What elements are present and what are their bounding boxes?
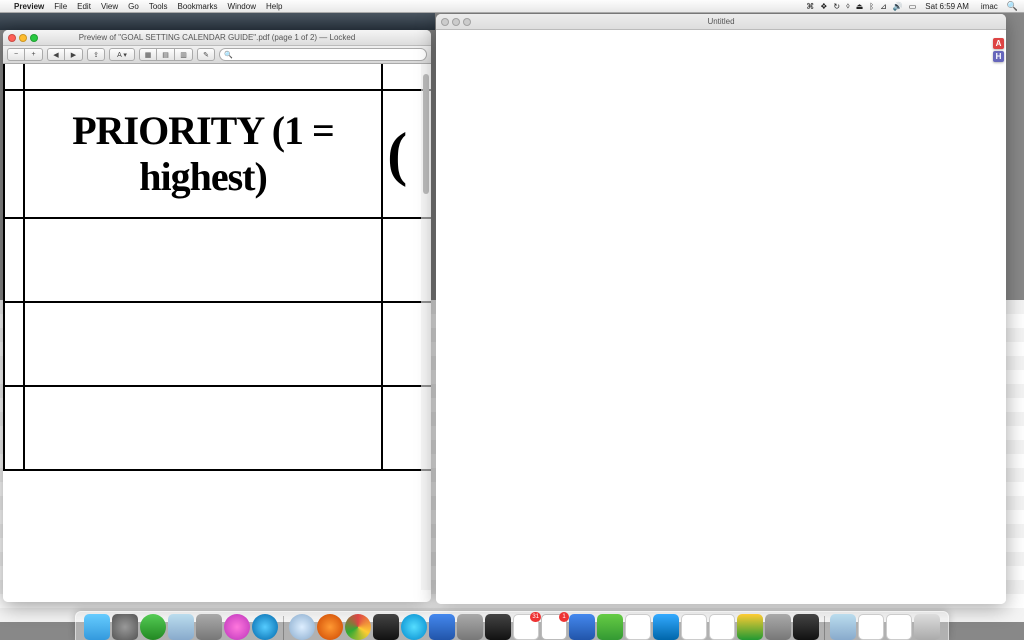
- dock-app-3[interactable]: [429, 614, 455, 640]
- view-mode-1[interactable]: ▦: [139, 48, 157, 61]
- dropbox-icon[interactable]: ⌘: [806, 2, 814, 11]
- volume-icon[interactable]: 🔊: [893, 2, 903, 11]
- menu-edit[interactable]: Edit: [77, 2, 91, 11]
- dock-area: 31 1: [0, 606, 1024, 640]
- dock-doc-1[interactable]: [858, 614, 884, 640]
- dock-utorrent[interactable]: [140, 614, 166, 640]
- menu-user[interactable]: imac: [981, 2, 998, 11]
- dock-app-4[interactable]: [457, 614, 483, 640]
- status-icon-2[interactable]: ⬨: [846, 1, 850, 11]
- dock-skype[interactable]: [401, 614, 427, 640]
- dock-drive[interactable]: [737, 614, 763, 640]
- wifi-icon[interactable]: ⊿: [880, 2, 887, 11]
- menu-bar: Preview File Edit View Go Tools Bookmark…: [0, 0, 1024, 13]
- dock-app-6[interactable]: 1: [541, 614, 567, 640]
- scrollbar-thumb[interactable]: [423, 74, 429, 194]
- pdf-cell-priority: PRIORITY (1 = highest): [24, 90, 382, 218]
- dock-preview[interactable]: [765, 614, 791, 640]
- dock-firefox[interactable]: [317, 614, 343, 640]
- dock-downloads[interactable]: [830, 614, 856, 640]
- ruler-marker-a[interactable]: A: [993, 38, 1004, 49]
- spotlight-icon[interactable]: 🔍: [1007, 1, 1018, 12]
- menu-window[interactable]: Window: [228, 2, 256, 11]
- preview-window: Preview of "GOAL SETTING CALENDAR GUIDE"…: [3, 30, 431, 602]
- edit-button[interactable]: ✎: [197, 48, 215, 61]
- textedit-title: Untitled: [436, 17, 1006, 26]
- textedit-window: Untitled A H: [436, 14, 1006, 604]
- sync-icon[interactable]: ↻: [833, 2, 840, 11]
- view-mode-3[interactable]: ▥: [175, 48, 193, 61]
- ruler-marker-h[interactable]: H: [993, 51, 1004, 62]
- dock-app-10[interactable]: [793, 614, 819, 640]
- zoom-button[interactable]: [463, 18, 471, 26]
- dock-evernote[interactable]: [597, 614, 623, 640]
- dock-word[interactable]: [653, 614, 679, 640]
- dock-app-5[interactable]: 31: [513, 614, 539, 640]
- badge-icon: 31: [530, 612, 541, 622]
- zoom-in-button[interactable]: +: [25, 48, 43, 61]
- preview-scrollbar[interactable]: [421, 64, 431, 590]
- bluetooth-icon[interactable]: ᛒ: [869, 2, 874, 11]
- dock-launchpad[interactable]: [112, 614, 138, 640]
- app-menu[interactable]: Preview: [14, 2, 44, 11]
- close-button[interactable]: [441, 18, 449, 26]
- dock-itunes[interactable]: [224, 614, 250, 640]
- eject-icon[interactable]: ⏏: [856, 2, 864, 11]
- background-dark-window: [0, 13, 435, 30]
- share-button[interactable]: ⇪: [87, 48, 105, 61]
- view-mode-2[interactable]: ▤: [157, 48, 175, 61]
- menu-tools[interactable]: Tools: [149, 2, 168, 11]
- dock-trash[interactable]: [914, 614, 940, 640]
- zoom-button[interactable]: [30, 34, 38, 42]
- dock-separator-2: [824, 616, 825, 640]
- dock-chrome[interactable]: [345, 614, 371, 640]
- pdf-viewport[interactable]: D PRIORITY (1 = highest)(: [3, 64, 431, 602]
- zoom-out-button[interactable]: −: [7, 48, 25, 61]
- preview-titlebar[interactable]: Preview of "GOAL SETTING CALENDAR GUIDE"…: [3, 30, 431, 46]
- dock-doc-2[interactable]: [886, 614, 912, 640]
- next-page-button[interactable]: ▶: [65, 48, 83, 61]
- pdf-table: D PRIORITY (1 = highest)(: [3, 64, 431, 471]
- minimize-button[interactable]: [452, 18, 460, 26]
- dock-app-2[interactable]: [373, 614, 399, 640]
- textedit-content[interactable]: A H: [436, 30, 1006, 604]
- dock-textedit[interactable]: [709, 614, 735, 640]
- search-field[interactable]: 🔍: [219, 48, 427, 61]
- preview-title: Preview of "GOAL SETTING CALENDAR GUIDE"…: [3, 33, 431, 42]
- dock-appstore[interactable]: [252, 614, 278, 640]
- prev-page-button[interactable]: ◀: [47, 48, 65, 61]
- menu-view[interactable]: View: [101, 2, 118, 11]
- dock-app-9[interactable]: [681, 614, 707, 640]
- minimize-button[interactable]: [19, 34, 27, 42]
- close-button[interactable]: [8, 34, 16, 42]
- highlight-button[interactable]: A ▾: [109, 48, 135, 61]
- pdf-page: D PRIORITY (1 = highest)(: [3, 64, 431, 471]
- menu-file[interactable]: File: [54, 2, 67, 11]
- dock-app-7[interactable]: [569, 614, 595, 640]
- battery-icon[interactable]: ▭: [909, 2, 917, 11]
- dock: 31 1: [75, 611, 949, 640]
- dock-app-1[interactable]: [196, 614, 222, 640]
- dock-finder[interactable]: [84, 614, 110, 640]
- dock-safari[interactable]: [289, 614, 315, 640]
- preview-toolbar: − + ◀ ▶ ⇪ A ▾ ▦ ▤ ▥ ✎ 🔍: [3, 46, 431, 64]
- menu-help[interactable]: Help: [266, 2, 282, 11]
- status-icon[interactable]: ❖: [820, 2, 827, 11]
- dock-separator: [283, 616, 284, 640]
- badge-icon: 1: [559, 612, 569, 622]
- dock-folder[interactable]: [168, 614, 194, 640]
- menu-clock[interactable]: Sat 6:59 AM: [925, 2, 969, 11]
- dock-terminal[interactable]: [485, 614, 511, 640]
- menu-go[interactable]: Go: [128, 2, 139, 11]
- menu-bookmarks[interactable]: Bookmarks: [178, 2, 218, 11]
- textedit-titlebar[interactable]: Untitled: [436, 14, 1006, 30]
- dock-app-8[interactable]: [625, 614, 651, 640]
